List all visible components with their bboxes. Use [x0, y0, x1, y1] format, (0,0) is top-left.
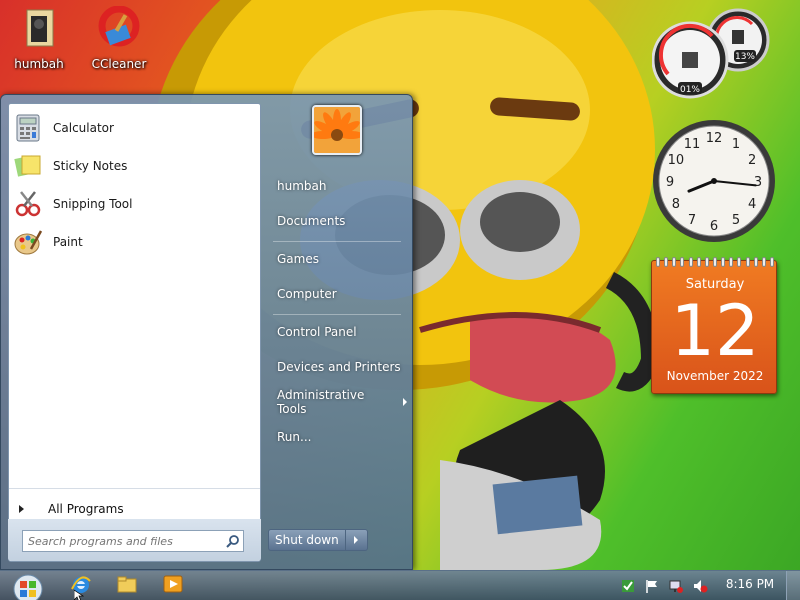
program-label: Paint [53, 235, 83, 249]
search-box [22, 530, 244, 552]
menu-item-label: Control Panel [277, 325, 357, 339]
program-label: Calculator [53, 121, 114, 135]
menu-item-games[interactable]: Games [267, 244, 407, 274]
clock-numeral: 9 [666, 175, 674, 190]
calendar-month-year: November 2022 [666, 369, 764, 383]
program-sticky-notes[interactable]: Sticky Notes [13, 148, 253, 184]
calculator-icon [16, 114, 40, 142]
search-input[interactable] [23, 534, 223, 548]
clock-numeral: 3 [754, 175, 762, 190]
windows-explorer-icon[interactable] [116, 573, 138, 595]
start-menu-programs-pane: Calculator Sticky Notes Snipping Tool Pa… [8, 103, 261, 562]
clock-numeral: 8 [672, 197, 680, 212]
shutdown-label: Shut down [275, 533, 339, 547]
media-player-icon[interactable] [162, 573, 184, 595]
start-button[interactable] [8, 572, 48, 600]
calendar-day-number: 12 [670, 290, 760, 372]
search-icon[interactable] [223, 531, 243, 551]
action-center-flag-icon[interactable] [644, 578, 660, 594]
clock-numeral: 7 [688, 213, 696, 228]
flower-avatar-icon [314, 107, 360, 153]
menu-item-user-folder[interactable]: humbah [267, 171, 407, 201]
memory-chip-icon [732, 30, 744, 44]
search-area [8, 519, 261, 561]
clock-numeral: 1 [732, 137, 740, 152]
cpu-meter-gadget[interactable]: 01% 13% [652, 8, 776, 100]
snipping-tool-icon [15, 191, 41, 217]
calendar-rings [656, 257, 774, 267]
clock-numeral: 10 [668, 153, 685, 168]
menu-separator [273, 241, 401, 242]
desktop-icon-label: CCleaner [91, 57, 147, 71]
menu-item-label: humbah [277, 179, 327, 193]
shutdown-options-button[interactable] [345, 529, 368, 551]
clock-gadget[interactable]: 1234567891011 12 [651, 118, 777, 244]
menu-item-control-panel[interactable]: Control Panel [267, 317, 407, 347]
user-picture[interactable] [312, 105, 362, 155]
sticky-notes-icon [14, 155, 41, 177]
clock-numeral: 11 [684, 137, 701, 152]
security-status-icon[interactable] [620, 578, 636, 594]
program-label: Snipping Tool [53, 197, 133, 211]
paint-palette-icon [14, 230, 43, 255]
menu-item-documents[interactable]: Documents [267, 206, 407, 236]
mouse-cursor-icon [74, 590, 84, 600]
program-label: Sticky Notes [53, 159, 128, 173]
clock-numeral: 4 [748, 197, 756, 212]
clock-numeral: 12 [706, 131, 723, 146]
menu-item-run[interactable]: Run... [267, 422, 407, 452]
menu-item-devices-printers[interactable]: Devices and Printers [267, 352, 407, 382]
cpu-chip-icon [682, 52, 698, 68]
user-folder-icon [26, 9, 54, 47]
clock-numeral: 2 [748, 153, 756, 168]
program-calculator[interactable]: Calculator [13, 110, 253, 146]
memory-usage-text: 13% [735, 52, 755, 62]
show-desktop-button[interactable] [786, 571, 800, 600]
ccleaner-icon [98, 5, 140, 47]
clock-numeral: 5 [732, 213, 740, 228]
desktop-icon-label: humbah [14, 57, 64, 71]
calendar-gadget[interactable]: Saturday 12 November 2022 [651, 257, 777, 394]
desktop-icon-humbah[interactable]: humbah [4, 6, 74, 71]
clock-numeral: 6 [710, 219, 718, 234]
all-programs-label: All Programs [48, 501, 124, 516]
menu-item-label: Devices and Printers [277, 360, 401, 374]
network-icon[interactable] [668, 578, 684, 594]
menu-item-label: Games [277, 252, 319, 266]
shutdown-button[interactable]: Shut down [268, 529, 346, 551]
volume-muted-icon[interactable] [692, 578, 708, 594]
menu-item-computer[interactable]: Computer [267, 279, 407, 309]
cpu-usage-text: 01% [680, 85, 700, 95]
program-snipping-tool[interactable]: Snipping Tool [13, 186, 253, 222]
start-menu-places-pane: humbah Documents Games Computer Control … [263, 95, 413, 571]
taskbar-clock[interactable]: 8:16 PM [722, 577, 778, 591]
menu-item-label: Documents [277, 214, 346, 228]
shutdown-group: Shut down [268, 529, 368, 551]
menu-separator [273, 314, 401, 315]
menu-item-administrative-tools[interactable]: Administrative Tools [267, 387, 407, 417]
menu-item-label: Run... [277, 430, 312, 444]
arrow-right-icon [19, 504, 24, 513]
submenu-arrow-icon [403, 398, 407, 406]
menu-item-label: Administrative Tools [277, 388, 365, 416]
desktop-icon-ccleaner[interactable]: CCleaner [84, 5, 154, 71]
menu-item-label: Computer [277, 287, 337, 301]
program-paint[interactable]: Paint [13, 224, 253, 260]
start-menu: Calculator Sticky Notes Snipping Tool Pa… [0, 94, 413, 570]
arrow-right-icon [354, 536, 359, 544]
